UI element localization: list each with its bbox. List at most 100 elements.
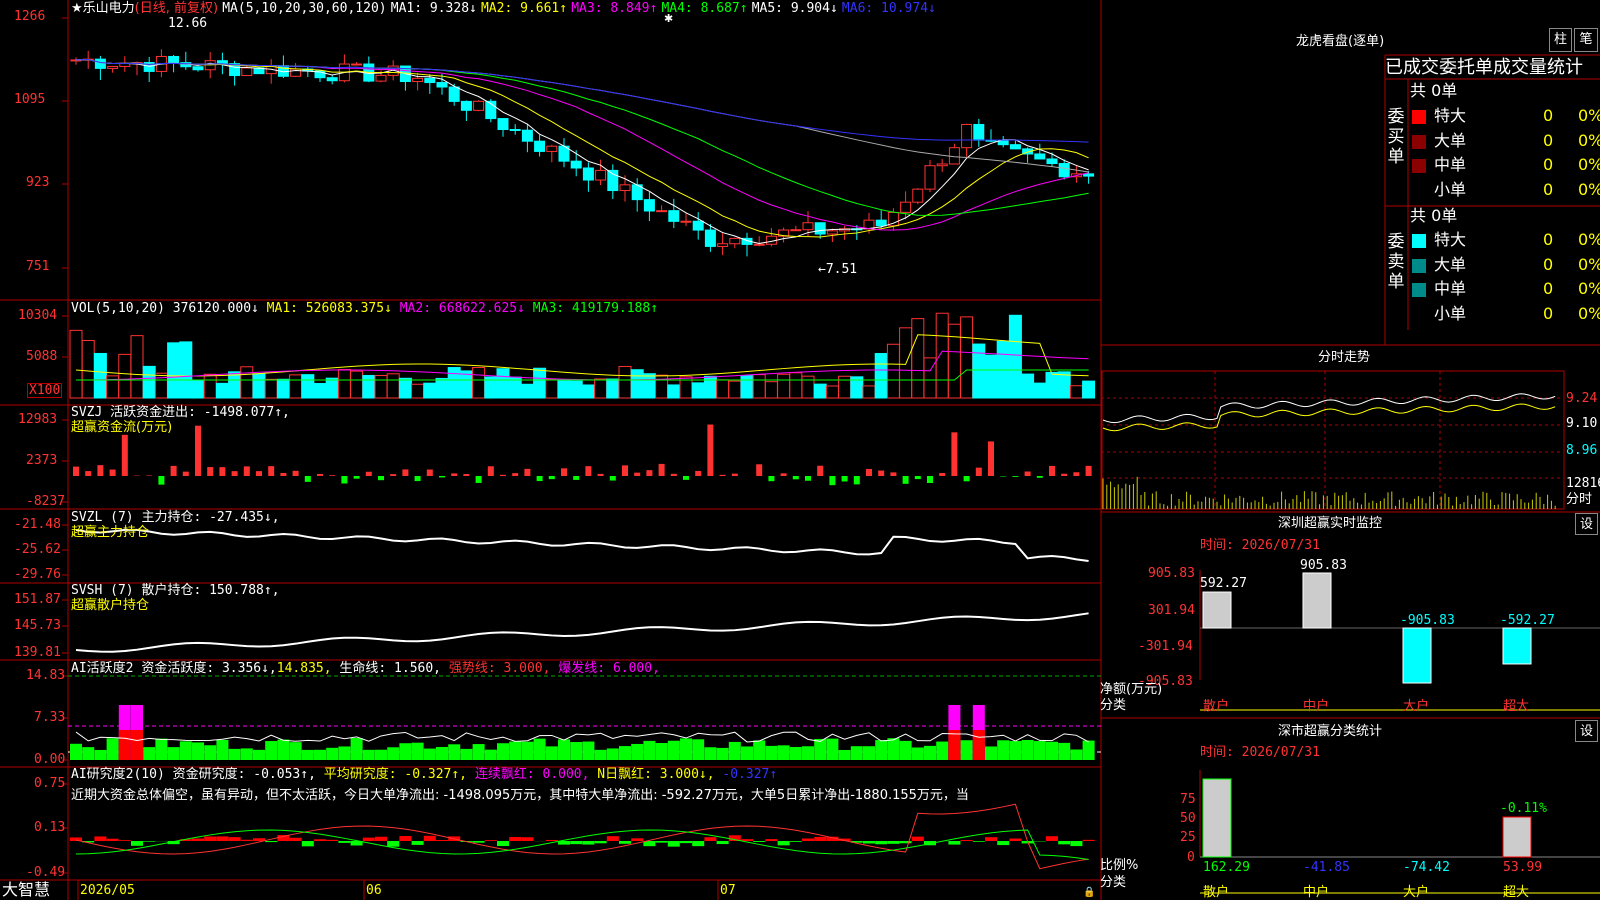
- volume-bar: [1045, 371, 1059, 399]
- buy-row-1-name: 大单: [1434, 130, 1467, 150]
- volume-bar: [1021, 373, 1035, 399]
- flow-bar: [329, 475, 336, 476]
- flow-bar: [256, 471, 262, 476]
- favorite-star-icon[interactable]: ★: [71, 1, 83, 16]
- flow-bar: [1049, 465, 1055, 476]
- volume-bar: [777, 373, 791, 399]
- volume-bar: [911, 318, 925, 399]
- svzl-ytick-2: -25.62: [14, 542, 61, 557]
- volume-bar: [716, 379, 730, 399]
- trade-mode-button[interactable]: 笔: [1574, 28, 1598, 52]
- active-bar: [704, 747, 717, 760]
- research-bar: [411, 841, 424, 845]
- volume-bar: [642, 373, 656, 399]
- active-bar: [350, 738, 363, 760]
- research-bar: [131, 841, 143, 846]
- class-top-label: -0.11%: [1500, 801, 1547, 816]
- k-panel-header: ★乐山电力(日线, 前复权) MA(5,10,20,30,60,120) MA1…: [71, 1, 936, 16]
- volume-bar: [606, 378, 620, 399]
- volume-bar: [862, 385, 876, 399]
- ma5-value: MA5: 9.904↓: [751, 1, 838, 16]
- active-bar: [1021, 739, 1034, 760]
- intraday-frame: [1101, 370, 1565, 510]
- period-label[interactable]: (日线, 前复权): [135, 1, 218, 16]
- ai1-ytick-1: 14.83: [26, 668, 66, 683]
- research-bar: [1009, 838, 1022, 841]
- research-bar: [972, 841, 985, 842]
- active-bar: [655, 743, 668, 760]
- class-bar-散户: [1202, 778, 1232, 858]
- active-bar: [326, 747, 339, 760]
- flow-bar: [158, 476, 165, 485]
- vol-unit-button[interactable]: X100: [27, 383, 63, 398]
- candle-body: [473, 100, 485, 111]
- sz-monitor-settings-button[interactable]: 设: [1575, 513, 1598, 535]
- research-bar: [765, 839, 778, 841]
- candle-body: [436, 82, 448, 88]
- volume-bar: [1069, 385, 1083, 399]
- candle-body: [509, 129, 521, 132]
- ai-nday-red: N日飘红: 3.000↓,: [597, 767, 715, 782]
- active-bar: [814, 738, 827, 760]
- flow-bar: [219, 467, 226, 476]
- active-bar: [1082, 740, 1095, 760]
- active-bar: [606, 748, 619, 760]
- sz-class-settings-button[interactable]: 设: [1575, 720, 1598, 742]
- sz-bar-label-1: 905.83: [1300, 558, 1347, 573]
- flow-bar: [609, 476, 616, 481]
- active-bar: [1046, 741, 1058, 760]
- research-bar: [875, 841, 888, 845]
- ma-line-5: [75, 59, 1089, 173]
- volume-bar: [594, 378, 608, 399]
- class-ytick-1: 75: [1180, 792, 1196, 807]
- vol-panel-header: VOL(5,10,20) 376120.000↓ MA1: 526083.375…: [71, 301, 658, 316]
- buy-row-2-p: 0%: [1578, 155, 1600, 174]
- research-bar: [948, 841, 961, 845]
- vol-ma1: MA1: 526083.375↓: [266, 301, 392, 316]
- research-bar: [192, 838, 204, 841]
- class-category-1: 中户: [1303, 885, 1330, 900]
- ai2-ytick-3: -0.49: [26, 865, 66, 880]
- flow-bar: [658, 463, 665, 476]
- candle-body: [326, 77, 338, 82]
- intraday-avg-line: [1102, 403, 1556, 432]
- volume-bar: [69, 329, 83, 399]
- candle-body: [936, 163, 948, 167]
- k-ytick-2: 1095: [14, 92, 46, 107]
- volume-bar: [618, 365, 632, 399]
- candle-body: [192, 66, 204, 71]
- lock-icon[interactable]: 🔒: [1083, 885, 1095, 900]
- candle-body: [900, 201, 912, 213]
- candle-body: [1009, 144, 1021, 150]
- buy-row-0-p: 0%: [1578, 106, 1600, 125]
- candle-body: [94, 58, 106, 69]
- svsh-ytick-2: 145.73: [14, 618, 61, 633]
- brand-logo[interactable]: 大智慧: [2, 881, 50, 899]
- ma-line-3: [75, 59, 1089, 231]
- candle-body: [424, 77, 436, 84]
- active-bar: [289, 742, 302, 760]
- active-bar: [594, 749, 607, 760]
- flow-bar: [1073, 472, 1080, 476]
- sell-total: 共 0单: [1410, 206, 1458, 225]
- flow-bar: [73, 466, 79, 476]
- vol-ytick-1: 10304: [18, 308, 58, 323]
- ai2-ytick-2: 0.13: [34, 820, 66, 835]
- column-mode-button[interactable]: 柱: [1549, 28, 1572, 52]
- ai1-ytick-3: 0.00: [34, 752, 66, 767]
- flow-bar: [792, 476, 799, 480]
- volume-bar: [203, 373, 217, 399]
- stock-name[interactable]: 乐山电力: [83, 1, 135, 16]
- candle-body: [802, 222, 814, 231]
- sell-row-2-p: 0%: [1578, 279, 1600, 298]
- volume-bar: [142, 365, 156, 399]
- svsh-ytick-3: 139.81: [14, 645, 61, 660]
- flow-bar: [902, 476, 909, 484]
- flow-bar: [634, 472, 641, 476]
- active-bar: [826, 738, 839, 760]
- intraday-price-3: 8.96: [1566, 443, 1598, 458]
- svzl-subtitle: 超赢主力持仓: [71, 525, 150, 540]
- candle-body: [412, 77, 424, 83]
- flow-bar: [988, 441, 994, 476]
- chart-canvas[interactable]: [0, 0, 1600, 900]
